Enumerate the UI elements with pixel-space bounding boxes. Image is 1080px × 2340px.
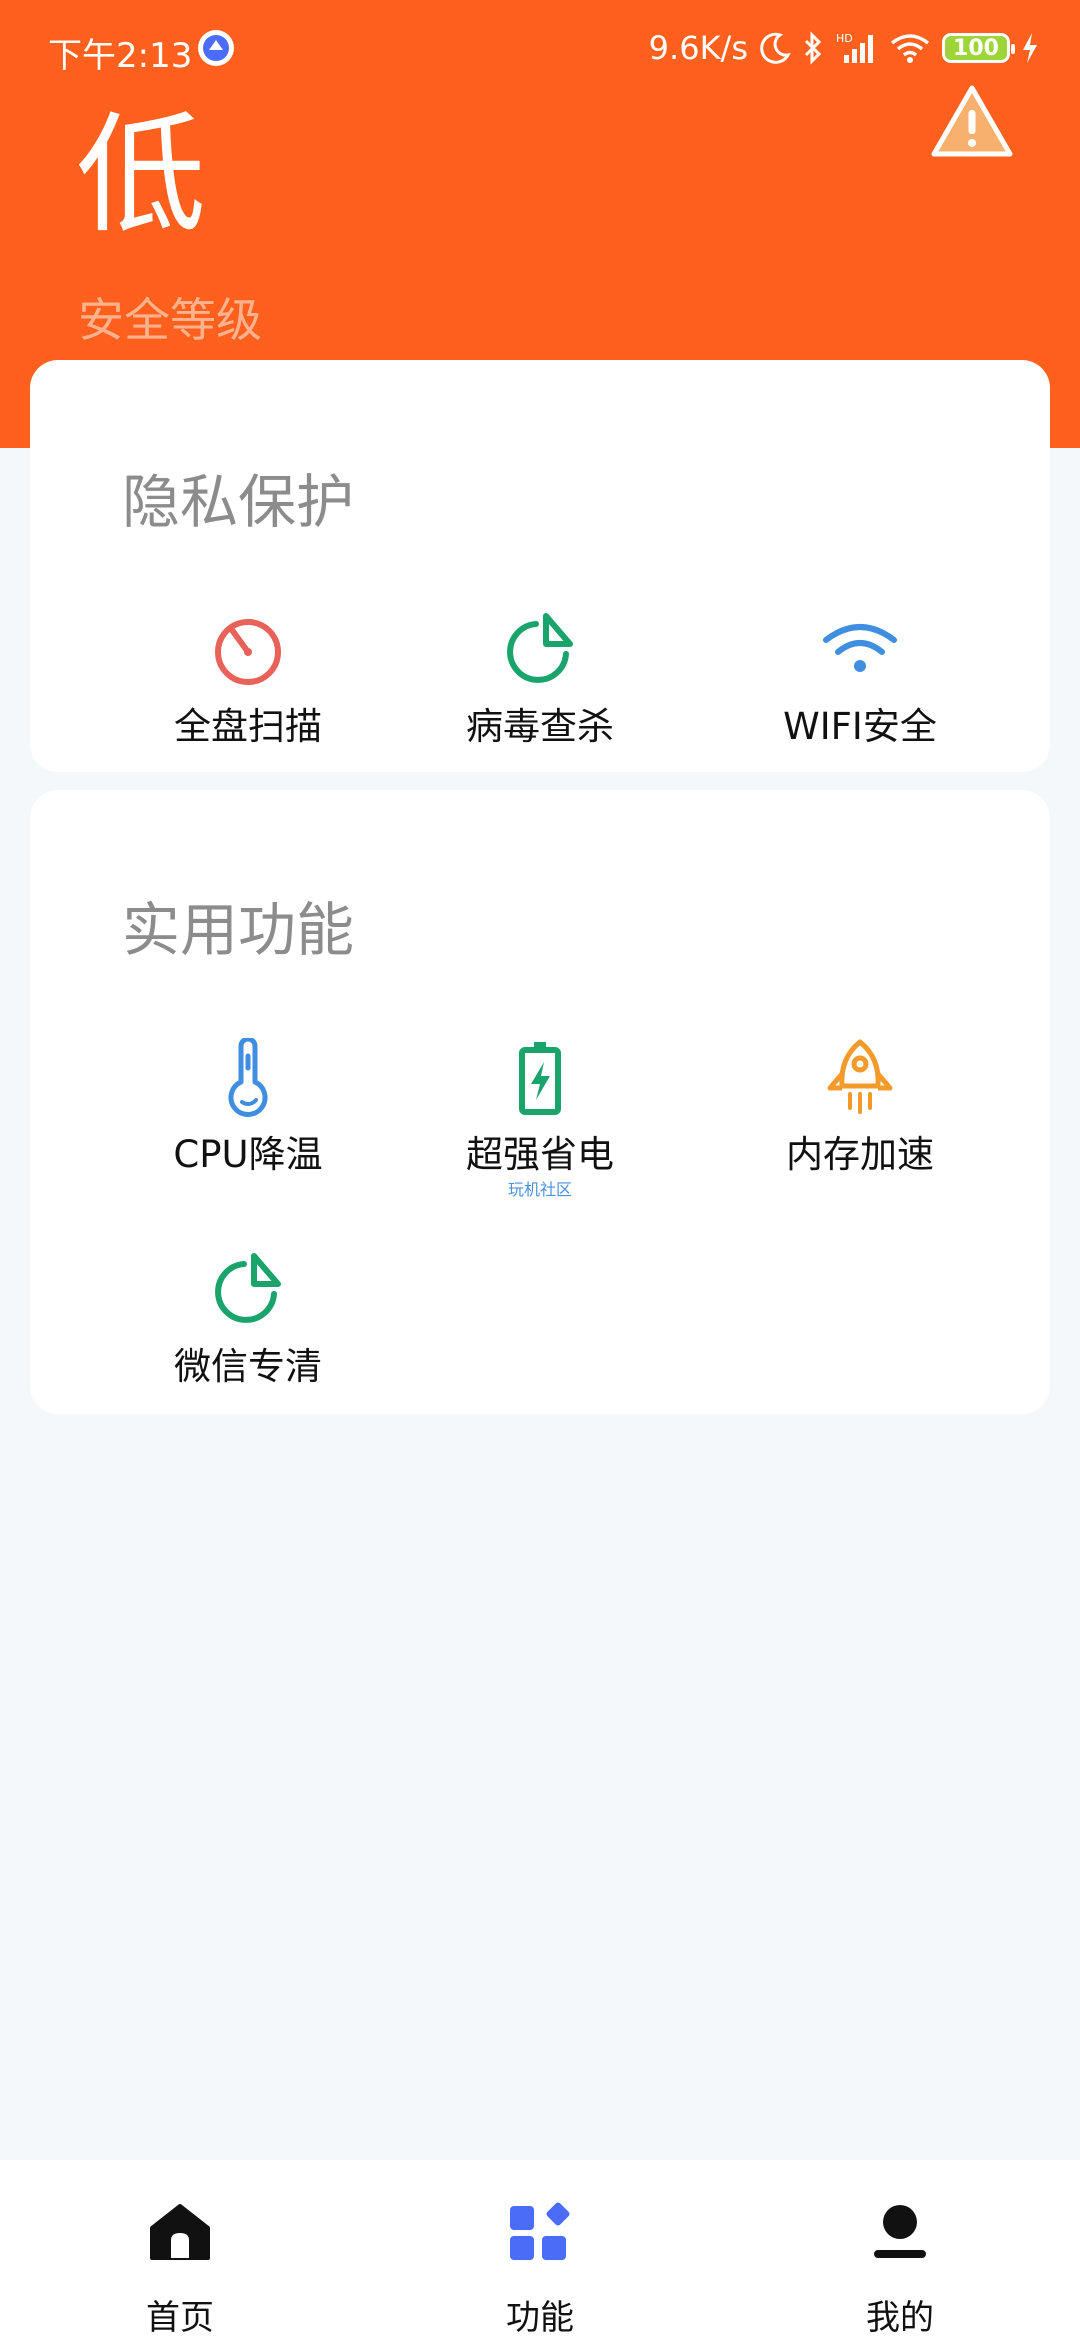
status-indicators: 9.6K/s HD 100: [649, 26, 1040, 70]
moon-icon: [760, 32, 791, 64]
pie-chart-icon: [507, 613, 573, 683]
utility-functions-card: 实用功能 CPU降温 超强省电 玩机社区 内存加速 微信专清: [30, 790, 1050, 1414]
network-speed: 9.6K/s: [648, 29, 748, 67]
wifi-status-icon: [890, 34, 930, 63]
status-time: 下午2:13: [48, 36, 193, 76]
utility-section-title: 实用功能: [122, 896, 355, 964]
nav-label-mine: 我的: [866, 2298, 934, 2338]
security-level-label: 安全等级: [78, 293, 262, 347]
battery-indicator: 100: [942, 33, 1015, 63]
warning-triangle-icon[interactable]: [930, 82, 1014, 160]
full-scan-label: 全盘扫描: [174, 705, 322, 748]
bluetooth-icon: [804, 31, 822, 65]
wechat-clean-tile[interactable]: 微信专清: [88, 1250, 408, 1390]
home-icon: [150, 2204, 210, 2260]
bottom-navigation: 首页 功能 我的: [0, 2160, 1080, 2340]
wifi-security-label: WIFI安全: [783, 705, 937, 748]
nav-tab-home[interactable]: 首页: [0, 2160, 360, 2340]
nav-label-home: 首页: [146, 2298, 214, 2338]
wechat-clean-label: 微信专清: [174, 1345, 322, 1388]
battery-charge-icon: [519, 1042, 561, 1115]
wifi-security-tile[interactable]: WIFI安全: [700, 610, 1020, 750]
profile-icon: [874, 2205, 926, 2258]
rocket-icon: [827, 1039, 893, 1114]
power-saving-tile[interactable]: 超强省电 玩机社区: [380, 1038, 700, 1200]
signal-icon: HD: [836, 32, 873, 63]
charging-icon: [1023, 33, 1037, 63]
virus-kill-tile[interactable]: 病毒查杀: [380, 610, 700, 750]
memory-boost-label: 内存加速: [786, 1133, 934, 1176]
privacy-section-title: 隐私保护: [122, 468, 355, 536]
power-saving-label: 超强省电: [466, 1133, 614, 1176]
cpu-cooling-tile[interactable]: CPU降温: [88, 1038, 408, 1178]
thermometer-icon: [228, 1038, 268, 1117]
full-scan-tile[interactable]: 全盘扫描: [88, 610, 408, 750]
security-level-value: 低: [76, 99, 207, 251]
nav-label-functions: 功能: [506, 2298, 574, 2338]
pie-chart-icon: [215, 1253, 281, 1323]
nav-tab-mine[interactable]: 我的: [720, 2160, 1080, 2340]
status-bar: 下午2:13 9.6K/s HD 100: [0, 0, 1080, 96]
memory-boost-tile[interactable]: 内存加速: [700, 1038, 1020, 1178]
cpu-cooling-label: CPU降温: [173, 1133, 323, 1176]
virus-kill-label: 病毒查杀: [466, 705, 614, 748]
wifi-icon: [823, 624, 897, 672]
privacy-protection-card: 隐私保护 全盘扫描 病毒查杀 WIFI安全: [30, 360, 1050, 772]
watermark-text: 玩机社区: [507, 1180, 572, 1199]
svg-text:HD: HD: [836, 32, 853, 45]
nav-tab-functions[interactable]: 功能: [360, 2160, 720, 2340]
app-notification-icon: [198, 30, 234, 66]
apps-grid-icon: [510, 2202, 570, 2260]
scan-dial-icon: [215, 619, 281, 685]
